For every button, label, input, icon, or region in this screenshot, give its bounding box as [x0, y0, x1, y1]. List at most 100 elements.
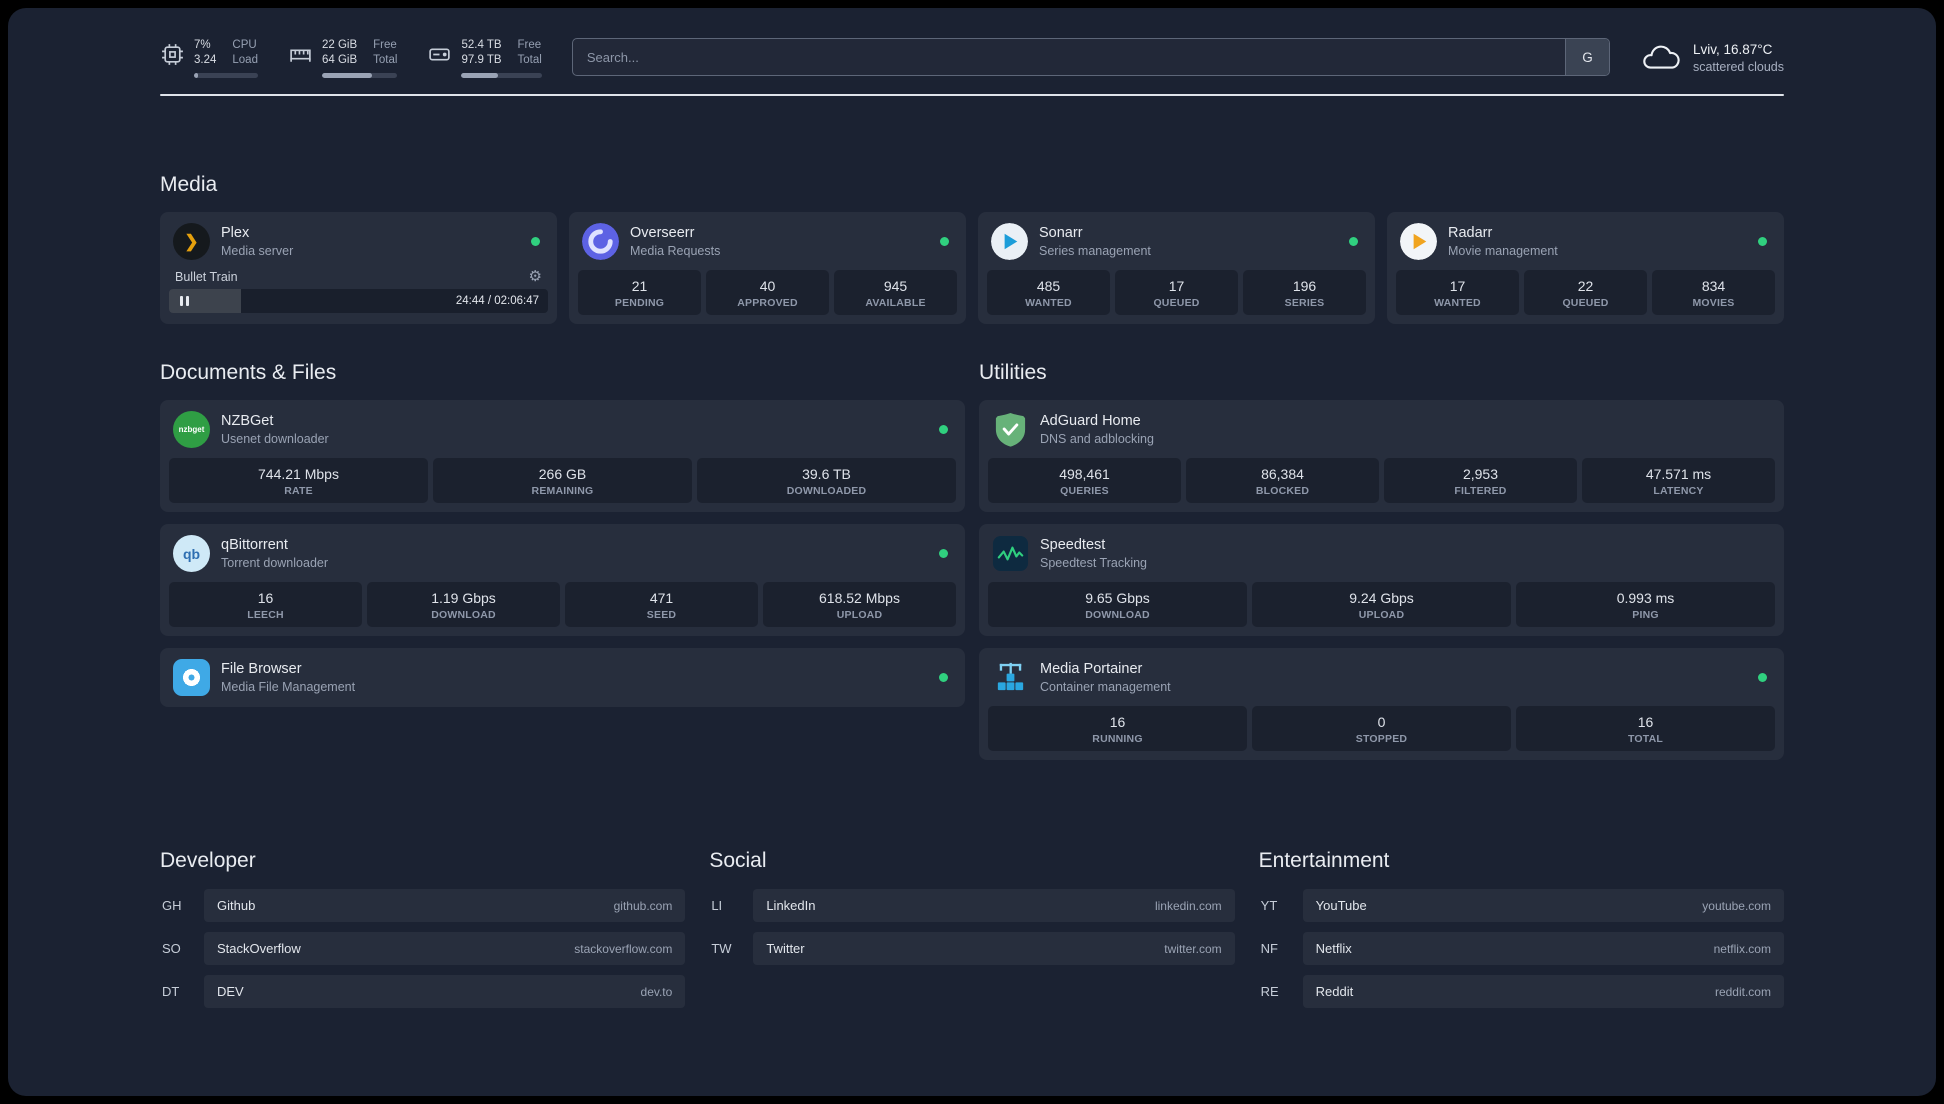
stat-value: 834: [1701, 278, 1726, 294]
service-description: Media File Management: [221, 680, 356, 694]
bookmark-pill: Github github.com: [204, 889, 686, 922]
stat-block: 21 PENDING: [578, 270, 701, 315]
service-name: Sonarr: [1039, 225, 1083, 241]
service-card-nzbget[interactable]: nzbget NZBGet Usenet downloader 744.21 M…: [160, 400, 965, 512]
stat-value: 16: [1109, 714, 1126, 730]
stat-block: 17 QUEUED: [1115, 270, 1238, 315]
dashboard-page: 7% 3.24 CPU Load 22 GiB 64 GiB Free Tota…: [8, 8, 1936, 1096]
stat-value: 1.19 Gbps: [431, 590, 496, 606]
service-card-plex[interactable]: ❯ Plex Media server Bullet Train ⚙ 24:44…: [160, 212, 557, 324]
service-card-overseerr[interactable]: Overseerr Media Requests 21 PENDING 40 APP…: [569, 212, 966, 324]
disk-total-label: Total: [517, 54, 542, 66]
stat-value: 618.52 Mbps: [819, 590, 900, 606]
bookmark-pill: YouTube youtube.com: [1302, 889, 1784, 922]
stat-label: QUEUED: [1562, 297, 1609, 309]
bookmark-dev[interactable]: DT DEV dev.to: [160, 975, 686, 1008]
bookmark-url: reddit.com: [1714, 984, 1771, 999]
status-dot: [939, 549, 948, 558]
disk-free-value: 52.4 TB: [461, 39, 502, 51]
social-section-title: Social: [709, 849, 767, 872]
search-input[interactable]: [572, 39, 1565, 75]
service-description: DNS and adblocking: [1040, 432, 1154, 446]
bookmark-pill: LinkedIn linkedin.com: [753, 889, 1235, 922]
stat-block: 16 RUNNING: [988, 706, 1247, 751]
topbar-divider: [160, 94, 1784, 96]
bookmark-twitter[interactable]: TW Twitter twitter.com: [709, 932, 1235, 965]
pause-button[interactable]: [169, 289, 199, 313]
service-card-portainer[interactable]: Media Portainer Container management 16 R…: [979, 648, 1784, 760]
service-name: qBittorrent: [221, 537, 288, 553]
load-label: Load: [232, 54, 258, 66]
stat-block: 9.65 Gbps DOWNLOAD: [988, 582, 1247, 627]
nzbget-icon-text: nzbget: [178, 425, 205, 434]
service-description: Media server: [221, 244, 294, 258]
service-name: Radarr: [1448, 225, 1493, 241]
bookmark-reddit[interactable]: RE Reddit reddit.com: [1259, 975, 1784, 1008]
stat-value: 498,461: [1059, 466, 1110, 482]
service-card-adguard[interactable]: AdGuard Home DNS and adblocking 498,461 Q…: [979, 400, 1784, 512]
bookmark-youtube[interactable]: YT YouTube youtube.com: [1259, 889, 1784, 922]
plex-now-playing: Bullet Train ⚙ 24:44 / 02:06:47: [169, 266, 548, 313]
bookmark-stackoverflow[interactable]: SO StackOverflow stackoverflow.com: [160, 932, 686, 965]
bookmark-pill: Netflix netflix.com: [1302, 932, 1784, 965]
service-card-radarr[interactable]: Radarr Movie management 17 WANTED 22 QUEUE…: [1387, 212, 1784, 324]
cloud-icon: [1643, 45, 1680, 69]
stat-block: 39.6 TB DOWNLOADED: [697, 458, 956, 503]
stat-value: 0.993 ms: [1616, 590, 1675, 606]
service-card-qbittorrent[interactable]: qb qBittorrent Torrent downloader 16 LEEC…: [160, 524, 965, 636]
stat-label: BLOCKED: [1255, 485, 1310, 497]
bookmark-group-developer: Developer GH Github github.com SO StackO…: [160, 848, 686, 1018]
service-description: Speedtest Tracking: [1040, 556, 1148, 570]
bookmark-group-entertainment: Entertainment YT YouTube youtube.com NF …: [1259, 848, 1784, 1018]
bookmark-url: dev.to: [640, 984, 673, 999]
bookmark-linkedin[interactable]: LI LinkedIn linkedin.com: [709, 889, 1235, 922]
bookmark-pill: DEV dev.to: [204, 975, 686, 1008]
stat-label: STOPPED: [1355, 733, 1408, 745]
bookmark-name: DEV: [217, 984, 244, 999]
service-card-speedtest[interactable]: Speedtest Speedtest Tracking 9.65 Gbps DO…: [979, 524, 1784, 636]
stat-value: 40: [759, 278, 776, 294]
stat-label: AVAILABLE: [865, 297, 926, 309]
stat-value: 196: [1292, 278, 1317, 294]
memory-free-label: Free: [373, 39, 397, 51]
stat-value: 266 GB: [538, 466, 587, 482]
bookmark-name: Twitter: [766, 941, 805, 956]
search-provider-button[interactable]: G: [1564, 39, 1609, 75]
gear-icon[interactable]: ⚙: [529, 269, 542, 284]
bookmark-url: twitter.com: [1164, 941, 1222, 956]
stat-block: 2,953 FILTERED: [1384, 458, 1577, 503]
stat-block: 40 APPROVED: [706, 270, 829, 315]
playback-progress-bar[interactable]: 24:44 / 02:06:47: [169, 289, 548, 313]
service-card-sonarr[interactable]: Sonarr Series management 485 WANTED 17 QUE…: [978, 212, 1375, 324]
stat-label: PENDING: [614, 297, 665, 309]
stat-block: 17 WANTED: [1396, 270, 1519, 315]
disk-widget: 52.4 TB 97.9 TB Free Total: [427, 38, 542, 78]
memory-widget: 22 GiB 64 GiB Free Total: [288, 38, 398, 78]
bookmark-abbr: LI: [711, 898, 723, 913]
speedtest-icon: [992, 535, 1029, 572]
weather-condition: scattered clouds: [1692, 60, 1784, 74]
stat-value: 2,953: [1462, 466, 1499, 482]
service-card-filebrowser[interactable]: File Browser Media File Management: [160, 648, 965, 707]
stat-value: 945: [883, 278, 908, 294]
bookmark-url: linkedin.com: [1154, 898, 1222, 913]
bookmark-name: YouTube: [1315, 898, 1367, 913]
status-dot: [939, 673, 948, 682]
stat-block: 0.993 ms PING: [1516, 582, 1775, 627]
status-dot: [531, 237, 540, 246]
utilities-section-title: Utilities: [979, 361, 1047, 384]
stat-label: LATENCY: [1653, 485, 1704, 497]
search-bar: G: [571, 38, 1610, 76]
bookmark-pill: Twitter twitter.com: [753, 932, 1235, 965]
service-name: AdGuard Home: [1040, 413, 1141, 429]
bookmark-netflix[interactable]: NF Netflix netflix.com: [1259, 932, 1784, 965]
service-description: Usenet downloader: [221, 432, 329, 446]
bookmark-abbr: GH: [162, 898, 182, 913]
stat-label: DOWNLOAD: [431, 609, 496, 621]
memory-usage-bar: [321, 73, 398, 78]
disk-free-label: Free: [517, 39, 542, 51]
cpu-usage-bar: [194, 73, 258, 78]
section-media: Media ❯ Plex Media server Bullet Train ⚙: [160, 172, 1784, 324]
section-utilities: Utilities AdGuard Home DNS and adblockin…: [979, 360, 1784, 760]
bookmark-github[interactable]: GH Github github.com: [160, 889, 686, 922]
